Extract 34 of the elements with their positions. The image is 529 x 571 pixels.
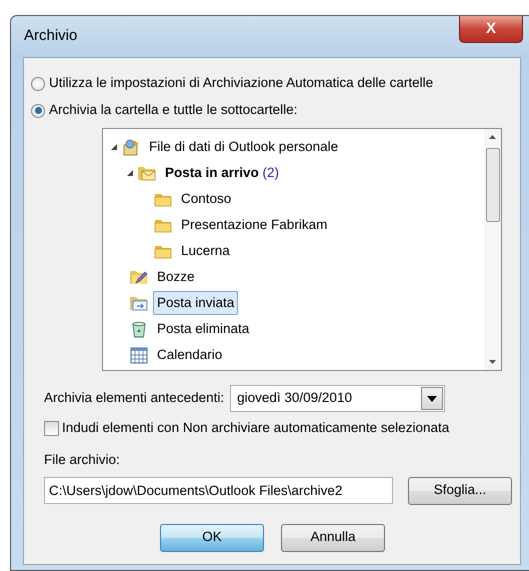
field-label: File archivio: bbox=[44, 451, 120, 470]
radio-label: Utilizza le impostazioni di Archiviazione Automatica delle cartelle bbox=[49, 74, 434, 92]
radio-button[interactable] bbox=[31, 104, 45, 118]
ok-button[interactable]: OK bbox=[160, 524, 264, 552]
radio-label: Archivia la cartella e tuttle le sottocartelle: bbox=[49, 101, 298, 120]
scrollbar[interactable] bbox=[484, 129, 501, 370]
calendar-icon bbox=[129, 346, 149, 364]
folder-item[interactable]: Posta eliminata bbox=[153, 316, 254, 342]
path-field[interactable]: C:\Users\jdow\Documents\Outlook Files\archive2 bbox=[44, 477, 393, 504]
data-file-icon bbox=[121, 138, 141, 156]
window-title: Archivio bbox=[23, 26, 78, 46]
expander-icon[interactable] bbox=[110, 142, 118, 151]
folder-item[interactable]: Contoso bbox=[177, 186, 236, 212]
mail-folder-icon bbox=[137, 164, 157, 182]
browse-button[interactable]: Sfoglia... bbox=[408, 476, 512, 504]
field-label: Archivia elementi antecedenti: bbox=[44, 389, 224, 408]
drafts-folder-icon bbox=[129, 268, 149, 286]
folder-item[interactable]: Presentazione Fabrikam bbox=[177, 212, 332, 238]
folder-item[interactable]: Bozze bbox=[153, 264, 199, 290]
date-dropdown[interactable]: giovedì 30/09/2010 bbox=[230, 385, 446, 412]
scroll-thumb[interactable] bbox=[486, 148, 500, 222]
checkbox-label: Indudi elementi con Non archiviare automaticamente selezionata bbox=[62, 419, 450, 437]
folder-item[interactable]: Posta in arrivo (2) bbox=[161, 160, 284, 186]
sent-folder-icon bbox=[129, 294, 149, 312]
checkbox[interactable] bbox=[44, 420, 59, 436]
folder-item[interactable]: File di dati di Outlook personale bbox=[145, 134, 342, 160]
folder-item[interactable]: Posta inviata bbox=[153, 290, 238, 316]
folder-item[interactable]: Lucerna bbox=[177, 238, 234, 264]
folder-item[interactable]: Calendario bbox=[153, 342, 226, 368]
caret-icon bbox=[427, 396, 438, 402]
expander-icon[interactable] bbox=[126, 168, 134, 177]
close-button[interactable]: X bbox=[459, 16, 523, 43]
radio-button[interactable] bbox=[31, 76, 45, 90]
cancel-button[interactable]: Annulla bbox=[281, 524, 385, 552]
